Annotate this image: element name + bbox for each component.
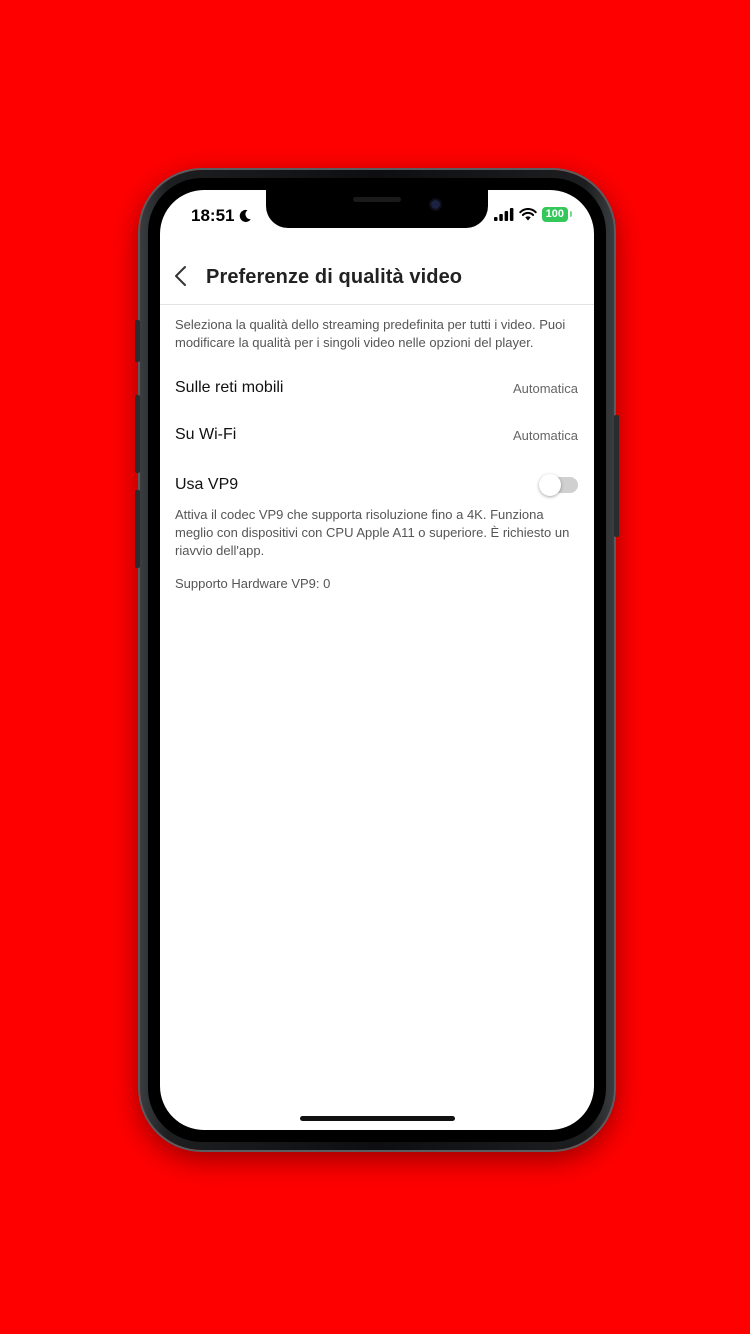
mute-switch <box>135 320 140 362</box>
volume-up-button <box>135 395 140 473</box>
mobile-quality-row[interactable]: Sulle reti mobili Automatica <box>175 379 578 403</box>
screen: 18:51 100 Preferenze di qualità video Se… <box>160 190 594 1130</box>
status-time: 18:51 <box>191 206 252 226</box>
status-indicators: 100 <box>493 207 573 222</box>
vp9-toggle[interactable] <box>539 474 578 496</box>
notch <box>266 190 488 228</box>
moon-icon <box>240 209 252 222</box>
status-time-label: 18:51 <box>191 206 235 225</box>
wifi-quality-value: Automatica <box>512 428 578 443</box>
wifi-quality-label: Su Wi-Fi <box>175 426 237 443</box>
nav-bar: Preferenze di qualità video <box>160 248 594 305</box>
side-button <box>614 415 619 537</box>
battery-indicator: 100 <box>541 207 573 222</box>
vp9-row: Usa VP9 <box>175 474 578 500</box>
intro-description: Seleziona la qualità dello streaming pre… <box>175 317 566 350</box>
page-title: Preferenze di qualità video <box>206 266 463 288</box>
volume-down-button <box>135 490 140 568</box>
wifi-quality-row[interactable]: Su Wi-Fi Automatica <box>175 426 578 450</box>
vp9-label: Usa VP9 <box>175 476 239 493</box>
phone-frame: 18:51 100 Preferenze di qualità video Se… <box>135 170 619 1150</box>
mobile-quality-label: Sulle reti mobili <box>175 379 284 396</box>
camera-icon <box>431 200 440 209</box>
home-indicator[interactable] <box>300 1116 455 1121</box>
mobile-quality-value: Automatica <box>512 381 578 396</box>
wifi-icon <box>518 208 537 221</box>
vp9-toggle-knob <box>539 474 561 496</box>
cellular-signal-icon <box>493 208 514 221</box>
hardware-support-text: Supporto Hardware VP9: 0 <box>175 576 331 591</box>
vp9-description: Attiva il codec VP9 che supporta risoluz… <box>175 507 570 558</box>
speaker-grille <box>353 197 401 202</box>
back-chevron-icon[interactable] <box>170 262 194 290</box>
